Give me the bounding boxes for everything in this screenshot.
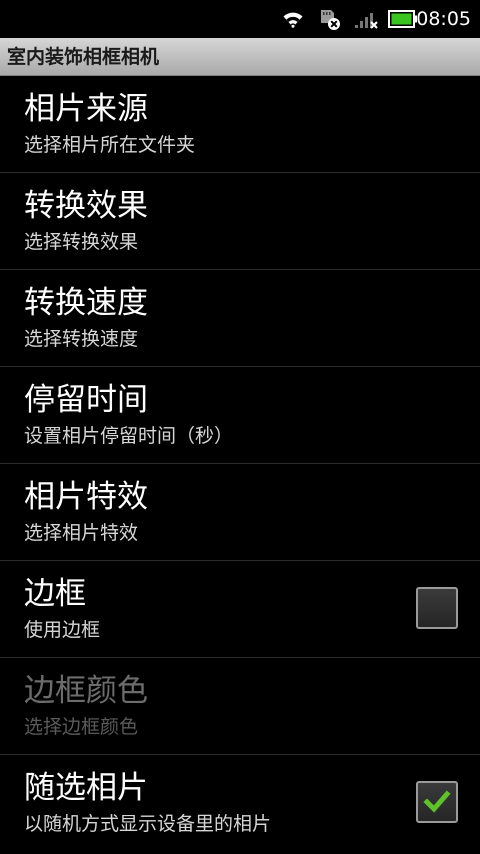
signal-no-service-icon xyxy=(354,10,380,34)
check-mark-icon xyxy=(423,790,451,813)
pref-title: 转换速度 xyxy=(24,285,148,321)
sdcard-error-icon xyxy=(318,9,342,35)
pref-title: 停留时间 xyxy=(24,382,148,418)
app-title: 室内装饰相框相机 xyxy=(7,46,160,68)
preference-list: 相片来源 选择相片所在文件夹 转换效果 选择转换效果 转换速度 选择转换速度 停… xyxy=(0,76,480,852)
pref-display-time[interactable]: 停留时间 设置相片停留时间（秒） xyxy=(0,367,480,464)
pref-summary: 选择相片特效 xyxy=(24,522,139,544)
pref-frame-color: 边框颜色 选择边框颜色 xyxy=(0,658,480,755)
pref-title: 随选相片 xyxy=(24,770,148,806)
status-bar: 08:05 xyxy=(0,0,480,38)
pref-summary: 以随机方式显示设备里的相片 xyxy=(24,813,272,835)
pref-summary: 设置相片停留时间（秒） xyxy=(24,425,234,447)
pref-summary: 选择相片所在文件夹 xyxy=(24,134,196,156)
pref-photo-effect[interactable]: 相片特效 选择相片特效 xyxy=(0,464,480,561)
frame-checkbox[interactable] xyxy=(416,587,458,629)
pref-frame[interactable]: 边框 使用边框 xyxy=(0,561,480,658)
pref-title: 边框颜色 xyxy=(24,673,148,709)
pref-summary: 选择转换效果 xyxy=(24,231,139,253)
pref-transition-speed[interactable]: 转换速度 选择转换速度 xyxy=(0,270,480,367)
title-bar: 室内装饰相框相机 xyxy=(0,38,480,76)
battery-icon xyxy=(388,10,418,32)
wifi-icon xyxy=(281,9,305,33)
pref-summary: 选择边框颜色 xyxy=(24,716,139,738)
pref-title: 转换效果 xyxy=(24,188,148,224)
pref-title: 边框 xyxy=(24,576,86,612)
random-photo-checkbox[interactable] xyxy=(416,781,458,823)
pref-transition-effect[interactable]: 转换效果 选择转换效果 xyxy=(0,173,480,270)
pref-summary: 选择转换速度 xyxy=(24,328,139,350)
pref-random-photo[interactable]: 随选相片 以随机方式显示设备里的相片 xyxy=(0,755,480,852)
pref-title: 相片来源 xyxy=(24,91,148,127)
status-time: 08:05 xyxy=(416,8,471,30)
pref-summary: 使用边框 xyxy=(24,619,101,641)
pref-photo-source[interactable]: 相片来源 选择相片所在文件夹 xyxy=(0,76,480,173)
pref-title: 相片特效 xyxy=(24,479,148,515)
